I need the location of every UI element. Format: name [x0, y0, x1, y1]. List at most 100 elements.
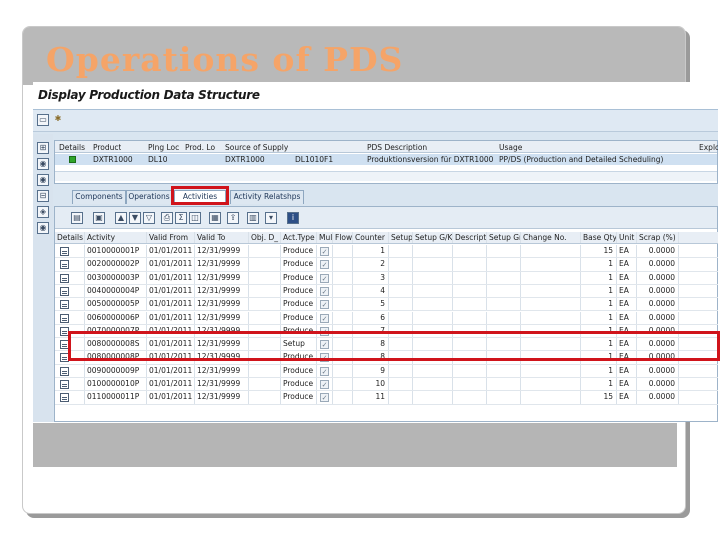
cell-setup-gk — [413, 271, 453, 284]
cell-base-qty: 1 — [581, 378, 617, 391]
document-icon[interactable] — [60, 313, 69, 323]
cell-scrap: 0.0000 — [637, 298, 679, 311]
col-object[interactable]: Obj. D_ — [249, 232, 281, 243]
col-valid-to[interactable]: Valid To — [195, 232, 249, 243]
table-row[interactable]: ✓ 0060000006P 01/01/2011 12/31/9999 Produce 6… — [55, 311, 718, 325]
checkbox-icon[interactable]: ✓ — [320, 260, 329, 270]
cell-description — [453, 298, 487, 311]
cell-act-type: Produce — [281, 245, 317, 258]
filter-icon[interactable]: ◈ — [37, 206, 49, 218]
row-details-cell[interactable] — [55, 391, 85, 404]
filter-icon[interactable]: ▽ — [143, 212, 155, 224]
cell-change-no — [521, 258, 581, 271]
cell-counter: 4 — [353, 284, 389, 298]
table-row[interactable]: ✓ 0030000003P 01/01/2011 12/31/9999 Produce 3… — [55, 271, 718, 285]
tab-activity-relationships[interactable]: Activity Relatshps — [230, 190, 304, 204]
cell-act-type: Produce — [281, 311, 317, 324]
col-setup[interactable]: Setup — [389, 232, 413, 243]
folder-icon[interactable]: ▭ — [37, 114, 49, 126]
checkbox-icon[interactable]: ✓ — [320, 273, 329, 283]
find-icon[interactable]: ◉ — [37, 158, 49, 170]
cell-setup-grp — [487, 245, 521, 258]
expand-icon[interactable]: ⊞ — [37, 142, 49, 154]
cell-valid-from: 01/01/2011 — [147, 258, 195, 271]
cell-setup-gk — [413, 284, 453, 298]
tab-operations[interactable]: Operations — [126, 190, 172, 204]
checkbox-icon[interactable]: ✓ — [320, 300, 329, 310]
cell-valid-from: 01/01/2011 — [147, 391, 195, 404]
cell-setup — [389, 311, 413, 324]
save-icon[interactable]: ▣ — [93, 212, 105, 224]
col-setup-grp[interactable]: Setup Grp — [487, 232, 521, 243]
sort-asc-icon[interactable]: ▲ — [115, 212, 127, 224]
checkbox-icon[interactable]: ✓ — [320, 380, 329, 389]
document-icon[interactable] — [60, 393, 69, 403]
cell-base-qty: 1 — [581, 364, 617, 377]
col-base-qty[interactable]: Base Qty — [581, 232, 617, 243]
export-icon[interactable]: ⇪ — [227, 212, 239, 224]
cell-scrap: 0.0000 — [637, 258, 679, 271]
find-next-icon[interactable]: ◉ — [37, 174, 49, 186]
tree-icon[interactable]: ⊟ — [37, 190, 49, 202]
col-counter[interactable]: Counter — [353, 232, 389, 243]
document-icon[interactable] — [60, 380, 69, 389]
row-details-cell[interactable] — [55, 271, 85, 284]
settings-icon[interactable]: ✱ — [52, 114, 64, 126]
checkbox-icon[interactable]: ✓ — [320, 286, 329, 296]
header-table-row[interactable]: DXTR1000 DL10 DXTR1000 DL1010F1 Produkti… — [55, 154, 717, 165]
col-activity[interactable]: Activity — [85, 232, 147, 243]
document-icon[interactable] — [60, 247, 69, 256]
zoom-icon[interactable]: ◉ — [37, 222, 49, 234]
table-row[interactable]: ✓ 0020000002P 01/01/2011 12/31/9999 Produce 2… — [55, 258, 718, 272]
col-description[interactable]: Descripti — [453, 232, 487, 243]
col-mul[interactable]: Mul — [317, 232, 333, 243]
row-details-cell[interactable] — [55, 311, 85, 324]
row-details-cell[interactable] — [55, 298, 85, 311]
subtotal-icon[interactable]: ◫ — [189, 212, 201, 224]
document-icon[interactable] — [60, 286, 69, 296]
col-scrap[interactable]: Scrap (%) — [637, 232, 679, 243]
table-row[interactable]: ✓ 0010000001P 01/01/2011 12/31/9999 Produce 1… — [55, 245, 718, 259]
col-act-type[interactable]: Act.Type — [281, 232, 317, 243]
checkbox-icon[interactable]: ✓ — [320, 247, 329, 256]
col-details[interactable]: Details — [55, 232, 85, 243]
view-icon[interactable]: ▦ — [209, 212, 221, 224]
document-icon[interactable] — [60, 260, 69, 270]
cell-setup — [389, 245, 413, 258]
col-valid-from[interactable]: Valid From — [147, 232, 195, 243]
cell-setup-gk — [413, 245, 453, 258]
layout-select-icon[interactable]: ▾ — [265, 212, 277, 224]
table-row[interactable]: ✓ 0050000005P 01/01/2011 12/31/9999 Produce 5… — [55, 298, 718, 312]
checkbox-icon[interactable]: ✓ — [320, 393, 329, 403]
row-details-cell[interactable] — [55, 258, 85, 271]
table-row[interactable]: ✓ 0110000011P 01/01/2011 12/31/9999 Produce 1… — [55, 391, 718, 405]
sum-icon[interactable]: Σ — [175, 212, 187, 224]
details-icon[interactable]: ▤ — [71, 212, 83, 224]
table-row[interactable]: ✓ 0100000010P 01/01/2011 12/31/9999 Produce 1… — [55, 378, 718, 392]
col-flow[interactable]: Flow — [333, 232, 353, 243]
checkbox-icon[interactable]: ✓ — [320, 313, 329, 323]
print-icon[interactable]: ⎙ — [161, 212, 173, 224]
row-details-cell[interactable] — [55, 378, 85, 391]
col-setup-gk[interactable]: Setup G/K — [413, 232, 453, 243]
green-status-icon[interactable] — [69, 156, 76, 163]
layout-icon[interactable]: ▥ — [247, 212, 259, 224]
document-icon[interactable] — [60, 273, 69, 283]
col-change-no[interactable]: Change No. — [521, 232, 581, 243]
col-unit[interactable]: Unit — [617, 232, 637, 243]
cell-counter: 6 — [353, 311, 389, 324]
sort-desc-icon[interactable]: ▼ — [129, 212, 141, 224]
row-details-cell[interactable] — [55, 284, 85, 298]
document-icon[interactable] — [60, 366, 69, 376]
info-icon[interactable]: i — [287, 212, 299, 224]
tab-components[interactable]: Components — [72, 190, 126, 204]
row-details-cell[interactable] — [55, 364, 85, 377]
document-icon[interactable] — [60, 300, 69, 310]
header-scrollbar[interactable] — [55, 171, 717, 181]
checkbox-icon[interactable]: ✓ — [320, 366, 329, 376]
table-row[interactable]: ✓ 0040000004P 01/01/2011 12/31/9999 Produce 4… — [55, 284, 718, 299]
table-row[interactable]: ✓ 0090000009P 01/01/2011 12/31/9999 Produce 9… — [55, 364, 718, 378]
row-details-cell[interactable] — [55, 245, 85, 258]
cell-object — [249, 311, 281, 324]
cell-scrap: 0.0000 — [637, 391, 679, 404]
